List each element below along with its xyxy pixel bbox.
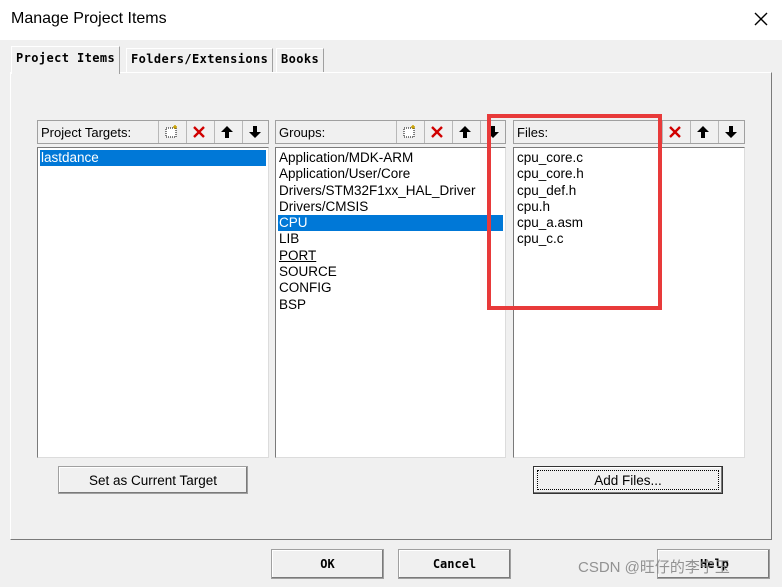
delete-file-button[interactable] bbox=[662, 121, 686, 143]
list-item[interactable]: Application/MDK-ARM bbox=[278, 150, 503, 166]
set-current-target-label: Set as Current Target bbox=[88, 472, 218, 488]
new-group-button[interactable] bbox=[396, 121, 420, 143]
add-files-label: Add Files... bbox=[594, 472, 662, 488]
delete-icon bbox=[430, 126, 443, 138]
arrow-up-icon bbox=[220, 126, 233, 138]
delete-icon bbox=[668, 126, 681, 138]
close-icon[interactable] bbox=[752, 10, 770, 28]
cancel-label: Cancel bbox=[432, 557, 477, 571]
arrow-up-icon bbox=[696, 126, 709, 138]
new-icon bbox=[165, 125, 177, 138]
list-item[interactable]: BSP bbox=[278, 297, 503, 313]
targets-list[interactable]: lastdance bbox=[37, 147, 269, 458]
targets-header: Project Targets: bbox=[37, 120, 269, 144]
list-item[interactable]: Application/User/Core bbox=[278, 166, 503, 182]
new-target-button[interactable] bbox=[158, 121, 182, 143]
ok-button[interactable]: OK bbox=[271, 549, 384, 579]
move-up-group-button[interactable] bbox=[452, 121, 476, 143]
delete-icon bbox=[192, 126, 205, 138]
list-item[interactable]: CONFIG bbox=[278, 280, 503, 296]
watermark: CSDN @旺仔的李宁玉 bbox=[578, 559, 730, 576]
add-files-button[interactable]: Add Files... bbox=[533, 466, 723, 494]
groups-header: Groups: bbox=[275, 120, 506, 144]
list-item[interactable]: SOURCE bbox=[278, 264, 503, 280]
move-up-file-button[interactable] bbox=[690, 121, 714, 143]
move-down-file-button[interactable] bbox=[718, 121, 742, 143]
delete-group-button[interactable] bbox=[424, 121, 448, 143]
title-bar: Manage Project Items bbox=[0, 0, 782, 40]
list-item[interactable]: Drivers/CMSIS bbox=[278, 199, 503, 215]
tab-project-items[interactable]: Project Items bbox=[11, 46, 121, 74]
targets-label: Project Targets: bbox=[41, 125, 132, 140]
set-current-target-button[interactable]: Set as Current Target bbox=[58, 466, 248, 494]
groups-label: Groups: bbox=[279, 125, 326, 140]
list-item[interactable]: CPU bbox=[278, 215, 503, 232]
window-title: Manage Project Items bbox=[11, 10, 167, 27]
arrow-down-icon bbox=[248, 126, 261, 138]
tab-folders-extensions[interactable]: Folders/Extensions bbox=[126, 48, 274, 72]
arrow-up-icon bbox=[458, 126, 471, 138]
delete-target-button[interactable] bbox=[186, 121, 210, 143]
move-down-target-button[interactable] bbox=[242, 121, 266, 143]
list-item[interactable]: lastdance bbox=[40, 150, 266, 167]
cancel-button[interactable]: Cancel bbox=[398, 549, 511, 579]
arrow-down-icon bbox=[724, 126, 737, 138]
list-item[interactable]: PORT bbox=[278, 248, 503, 264]
list-item[interactable]: LIB bbox=[278, 231, 503, 247]
highlight-annotation-box bbox=[487, 114, 662, 310]
move-up-target-button[interactable] bbox=[214, 121, 238, 143]
groups-list[interactable]: Application/MDK-ARM Application/User/Cor… bbox=[275, 147, 506, 458]
list-item[interactable]: Drivers/STM32F1xx_HAL_Driver bbox=[278, 183, 503, 199]
new-icon bbox=[403, 125, 415, 138]
ok-label: OK bbox=[320, 557, 335, 571]
tab-books[interactable]: Books bbox=[276, 48, 325, 72]
